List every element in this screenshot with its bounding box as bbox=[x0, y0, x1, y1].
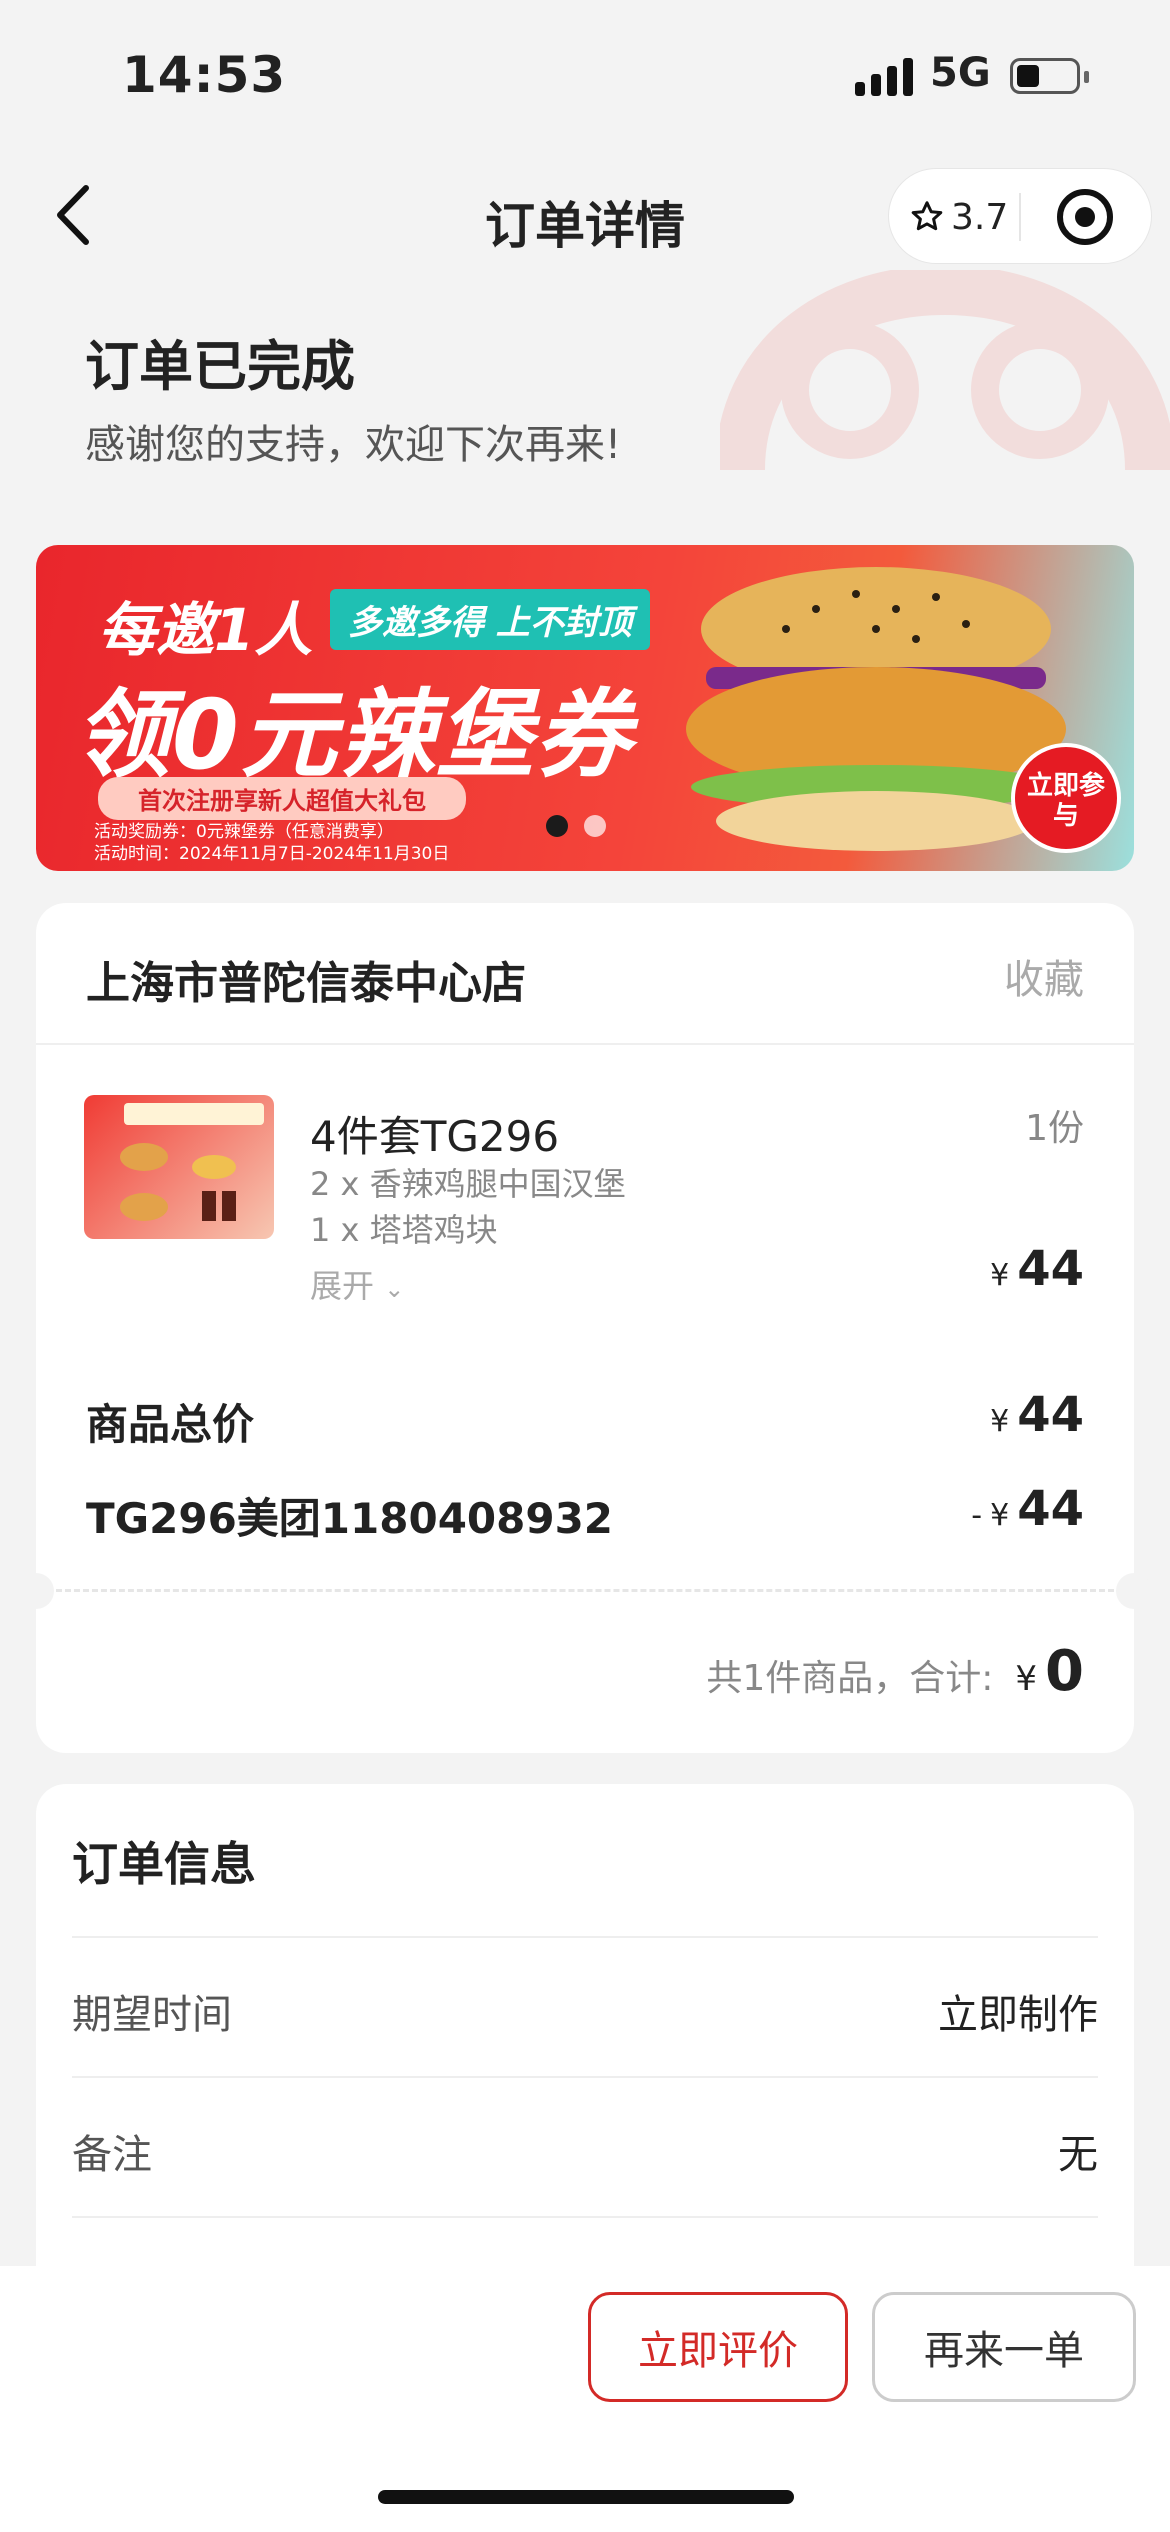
order-info-title: 订单信息 bbox=[72, 1837, 256, 1891]
rating-value: 3.7 bbox=[951, 196, 1009, 238]
banner-headline-1: 每邀1人 bbox=[98, 596, 313, 664]
expand-button[interactable]: 展开 ⌄ bbox=[310, 1261, 404, 1307]
ticket-notch-right bbox=[1116, 1573, 1152, 1609]
info-value: 立即制作 bbox=[938, 1992, 1098, 2038]
info-row-expected-time: 期望时间 立即制作 bbox=[72, 1936, 1098, 2076]
item-component: 1 x 塔塔鸡块 bbox=[310, 1211, 498, 1249]
carousel-dot-active[interactable] bbox=[546, 815, 568, 837]
subtotal-value: 44 bbox=[1017, 1387, 1084, 1443]
ticket-notch-left bbox=[18, 1573, 54, 1609]
order-total: 共1件商品，合计: ¥ 0 bbox=[706, 1639, 1084, 1704]
item-name: 4件套TG296 bbox=[310, 1112, 560, 1161]
reorder-button[interactable]: 再来一单 bbox=[872, 2292, 1136, 2402]
order-status-title: 订单已完成 bbox=[85, 335, 355, 398]
home-indicator[interactable] bbox=[378, 2490, 794, 2504]
expand-label: 展开 bbox=[310, 1267, 375, 1305]
total-value: 0 bbox=[1045, 1639, 1084, 1704]
banner-tag: 多邀多得 上不封顶 bbox=[330, 589, 650, 650]
banner-headline-2: 领0元辣堡券 bbox=[74, 679, 633, 791]
info-value: 无 bbox=[1058, 2132, 1098, 2178]
currency-symbol: ¥ bbox=[990, 1498, 1010, 1533]
discount-value: 44 bbox=[1017, 1481, 1084, 1537]
subtotal-price: ¥44 bbox=[990, 1387, 1084, 1443]
discount-label: TG296美团1180408932 bbox=[86, 1494, 614, 1543]
item-component: 2 x 香辣鸡腿中国汉堡 bbox=[310, 1165, 626, 1203]
status-time: 14:53 bbox=[122, 46, 287, 104]
network-type: 5G bbox=[930, 50, 991, 96]
item-price: ¥44 bbox=[990, 1241, 1084, 1297]
currency-symbol: ¥ bbox=[990, 1404, 1010, 1439]
capsule-divider bbox=[1019, 193, 1021, 241]
close-target-icon[interactable] bbox=[1057, 189, 1113, 245]
subtotal-label: 商品总价 bbox=[86, 1400, 255, 1449]
promo-banner[interactable]: 每邀1人 多邀多得 上不封顶 领0元辣堡券 首次注册享新人超值大礼包 活动奖励券… bbox=[36, 545, 1134, 871]
banner-pill: 首次注册享新人超值大礼包 bbox=[98, 777, 466, 820]
bottom-action-bar: 立即评价 再来一单 bbox=[0, 2266, 1170, 2532]
order-card: 上海市普陀信泰中心店 收藏 4件套TG296 1份 2 x 香辣鸡腿中国汉堡 1… bbox=[18, 903, 1152, 1753]
chevron-down-icon: ⌄ bbox=[384, 1275, 405, 1303]
star-icon bbox=[911, 201, 943, 231]
info-row-note: 备注 无 bbox=[72, 2076, 1098, 2216]
rating-button[interactable]: 3.7 bbox=[909, 193, 1008, 241]
store-name[interactable]: 上海市普陀信泰中心店 bbox=[86, 947, 526, 1011]
review-button[interactable]: 立即评价 bbox=[588, 2292, 848, 2402]
info-label: 备注 bbox=[72, 2132, 152, 2178]
item-quantity: 1份 bbox=[1025, 1108, 1084, 1149]
nav-bar: 订单详情 3.7 bbox=[0, 160, 1170, 270]
mini-program-capsule: 3.7 bbox=[888, 168, 1152, 264]
dashed-divider bbox=[56, 1589, 1114, 1592]
order-status-subtitle: 感谢您的支持，欢迎下次再来! bbox=[85, 422, 622, 468]
signal-icon bbox=[855, 58, 915, 96]
battery-icon bbox=[1010, 58, 1089, 94]
favorite-button[interactable]: 收藏 bbox=[1004, 947, 1084, 1005]
mascot-watermark-icon bbox=[720, 270, 1170, 471]
minus-sign: - bbox=[971, 1498, 983, 1533]
banner-date-line: 活动时间：2024年11月7日-2024年11月30日 bbox=[94, 844, 450, 864]
carousel-dot[interactable] bbox=[584, 815, 606, 837]
carousel-dots bbox=[546, 815, 606, 837]
discount-price: - ¥44 bbox=[971, 1481, 1084, 1537]
info-label: 期望时间 bbox=[72, 1992, 232, 2038]
currency-symbol: ¥ bbox=[1015, 1659, 1038, 1699]
item-price-value: 44 bbox=[1017, 1241, 1084, 1297]
status-bar: 14:53 5G bbox=[0, 0, 1170, 150]
divider bbox=[36, 1043, 1134, 1045]
currency-symbol: ¥ bbox=[990, 1258, 1010, 1293]
banner-cta-button[interactable]: 立即参与 bbox=[1011, 743, 1121, 853]
meal-image bbox=[120, 1103, 264, 1221]
total-label: 共1件商品，合计: bbox=[706, 1658, 994, 1699]
item-thumbnail bbox=[84, 1095, 274, 1239]
